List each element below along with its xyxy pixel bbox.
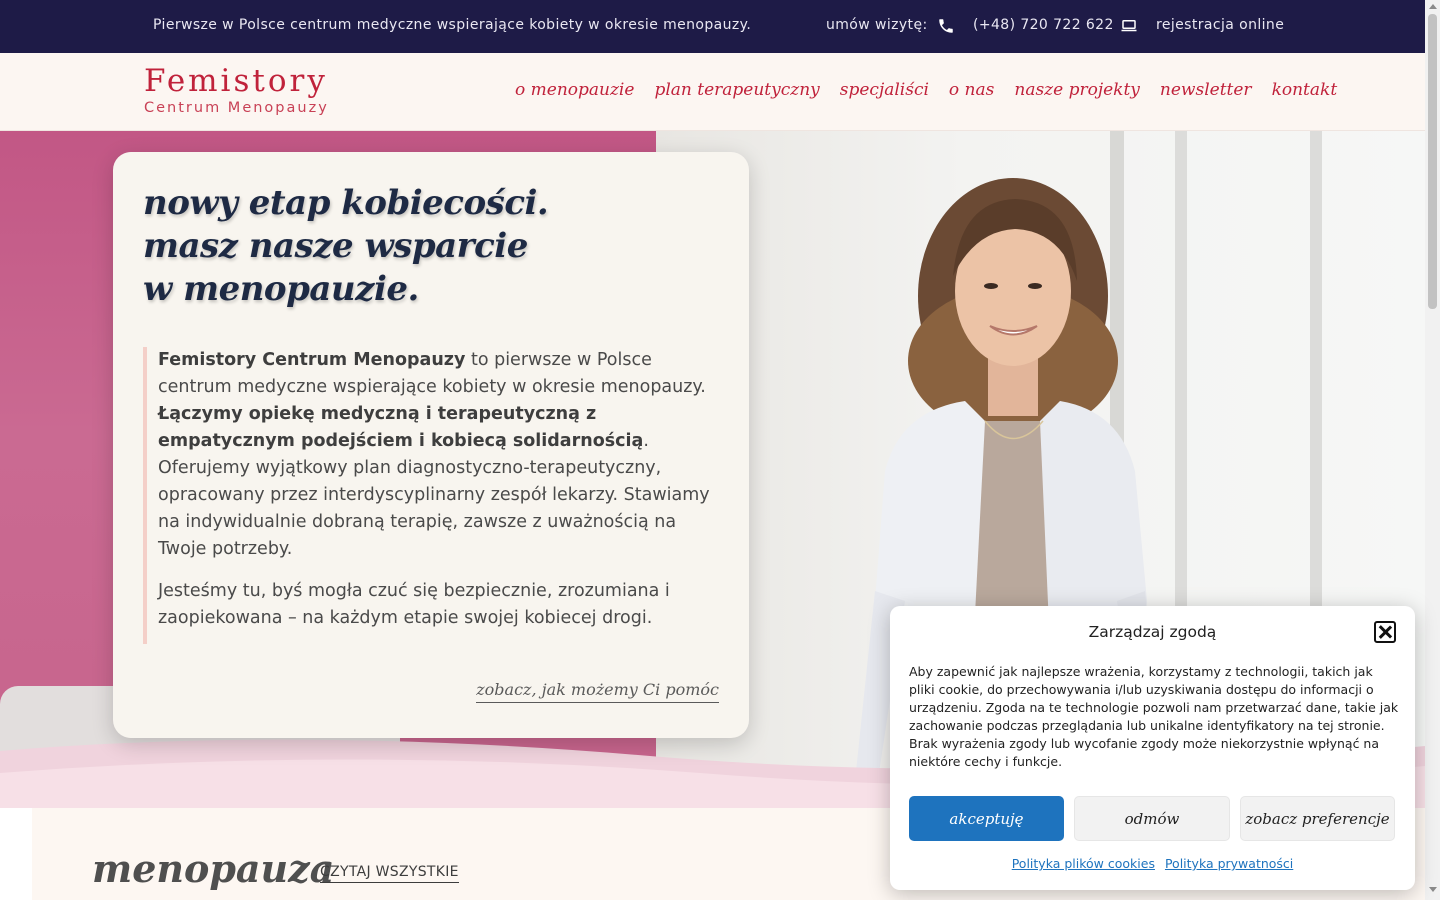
consent-text: Aby zapewnić jak najlepsze wrażenia, kor… bbox=[909, 664, 1399, 769]
nav-item-o-nas[interactable]: o nas bbox=[949, 80, 994, 100]
logo-subtitle: Centrum Menopauzy bbox=[144, 100, 329, 116]
headline-line: w menopauzie. bbox=[143, 269, 419, 309]
site-header: Femistory Centrum Menopauzy o menopauzie… bbox=[0, 53, 1425, 131]
cookie-policy-link[interactable]: Polityka plików cookies bbox=[1012, 856, 1155, 871]
phone-icon bbox=[939, 19, 953, 33]
cookie-consent-dialog: Zarządzaj zgodą Aby zapewnić jak najleps… bbox=[890, 606, 1415, 890]
logo-wordmark: Femistory bbox=[144, 63, 328, 99]
privacy-policy-link[interactable]: Polityka prywatności bbox=[1165, 856, 1293, 871]
headline-line: masz nasze wsparcie bbox=[143, 226, 528, 266]
hero-card: nowy etap kobiecości. masz nasze wsparci… bbox=[113, 152, 749, 738]
how-we-help-link[interactable]: zobacz, jak możemy Ci pomóc bbox=[476, 680, 719, 703]
nav-item-plan-terapeutyczny[interactable]: plan terapeutyczny bbox=[654, 80, 819, 100]
hero-headline: nowy etap kobiecości. masz nasze wsparci… bbox=[143, 182, 549, 311]
nav-item-newsletter[interactable]: newsletter bbox=[1160, 80, 1252, 100]
scroll-up-arrow-icon[interactable] bbox=[1429, 4, 1437, 9]
top-bar: Pierwsze w Polsce centrum medyczne wspie… bbox=[0, 0, 1425, 53]
main-nav: o menopauzie plan terapeutyczny specjali… bbox=[515, 80, 1337, 100]
bold-text: Femistory Centrum Menopauzy bbox=[158, 350, 466, 370]
scroll-down-arrow-icon[interactable] bbox=[1429, 887, 1437, 892]
read-all-link[interactable]: CZYTAJ WSZYSTKIE bbox=[320, 864, 459, 883]
deny-button[interactable]: odmów bbox=[1074, 796, 1230, 841]
nav-item-kontakt[interactable]: kontakt bbox=[1272, 80, 1338, 100]
consent-links: Polityka plików cookies Polityka prywatn… bbox=[890, 856, 1415, 871]
nav-item-nasze-projekty[interactable]: nasze projekty bbox=[1014, 80, 1140, 100]
bold-text: Łączymy opiekę medyczną i terapeutyczną … bbox=[158, 404, 644, 451]
scrollbar-thumb[interactable] bbox=[1428, 14, 1437, 309]
nav-item-o-menopauzie[interactable]: o menopauzie bbox=[515, 80, 634, 100]
section-title: menopauza bbox=[92, 846, 335, 891]
view-preferences-button[interactable]: zobacz preferencje bbox=[1240, 796, 1395, 841]
accept-button[interactable]: akceptuję bbox=[909, 796, 1064, 841]
visit-label: umów wizytę: bbox=[826, 17, 928, 33]
nav-item-specjalisci[interactable]: specjaliści bbox=[840, 80, 929, 100]
femistory-logo[interactable]: Femistory Centrum Menopauzy bbox=[144, 63, 349, 121]
top-bar-tagline: Pierwsze w Polsce centrum medyczne wspie… bbox=[153, 17, 752, 33]
hero-paragraph: Jesteśmy tu, byś mogła czuć się bezpiecz… bbox=[158, 581, 670, 628]
phone-link[interactable]: (+48) 720 722 622 bbox=[973, 17, 1114, 33]
hero-paragraph: Femistory Centrum Menopauzy to pierwsze … bbox=[158, 347, 718, 563]
page-scrollbar[interactable] bbox=[1425, 0, 1440, 900]
laptop-icon bbox=[1121, 20, 1137, 32]
hero-description: Femistory Centrum Menopauzy to pierwsze … bbox=[143, 347, 718, 644]
online-registration-link[interactable]: rejestracja online bbox=[1156, 17, 1284, 33]
close-icon[interactable] bbox=[1374, 621, 1396, 643]
consent-title: Zarządzaj zgodą bbox=[1088, 623, 1217, 641]
headline-line: nowy etap kobiecości. bbox=[143, 183, 549, 223]
